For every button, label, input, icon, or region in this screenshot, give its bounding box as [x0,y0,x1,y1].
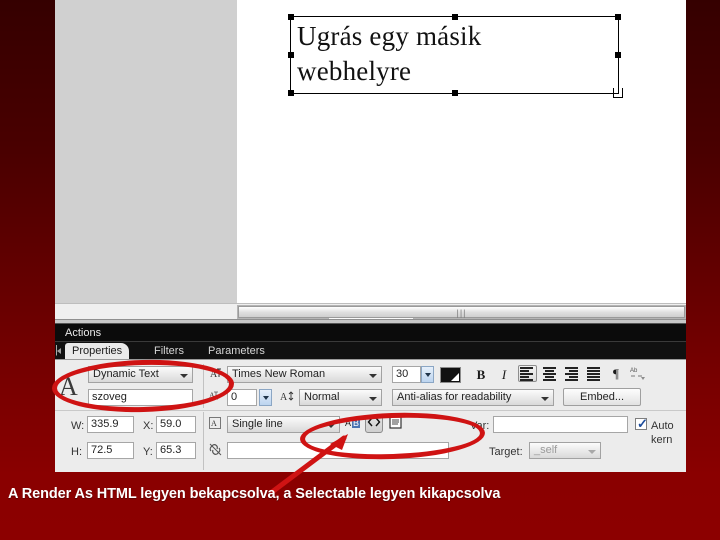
character-spacing-icon[interactable]: Ab [629,365,646,382]
dynamic-text-object[interactable]: Ugrás egy másik webhelyre [288,14,623,98]
height-label: H: [71,446,82,458]
align-center-button[interactable] [543,367,558,381]
auto-kern-label: Auto kern [651,420,674,446]
actions-panel-title: Actions [65,327,102,339]
svg-text:A: A [280,392,288,403]
chevron-down-icon [451,373,459,381]
auto-kern-checkbox[interactable]: ✓ [635,416,648,431]
chevron-down-icon [369,397,377,401]
target-value: _self [534,444,558,456]
selection-handle-bottom-center[interactable] [451,90,458,96]
font-size-input[interactable]: 30 [392,366,421,383]
text-object-content: Ugrás egy másik webhelyre [297,21,482,86]
align-right-button[interactable] [565,367,580,381]
horizontal-scrollbar-track[interactable]: ||| [237,305,686,319]
slide-stage: Ugrás egy másik webhelyre ||| Actions Pr… [0,0,720,540]
anti-alias-value: Anti-alias for readability [397,391,512,403]
panel-tabbar: Properties Filters | Parameters [55,342,686,359]
target-label: Target: [489,446,523,458]
selection-handle-top-center[interactable] [451,14,458,20]
x-label: X: [143,420,154,432]
divider-3 [203,412,204,470]
horizontal-scrollbar-row: ||| [55,303,686,319]
pasteboard-area [55,0,237,303]
scrollbar-grip-icon: ||| [456,308,467,318]
anti-alias-dropdown[interactable]: Anti-alias for readability [392,389,554,406]
letter-spacing-stepper[interactable] [259,389,272,406]
character-position-dropdown[interactable]: Normal [299,389,382,406]
chevron-down-icon [263,396,269,400]
target-dropdown[interactable]: _self [529,442,601,459]
embed-button[interactable]: Embed... [563,388,641,406]
text-color-swatch[interactable] [440,367,461,383]
actions-panel-header[interactable]: Actions [55,324,686,342]
dynamic-text-corner-marker [613,88,623,98]
font-family-value: Times New Roman [232,368,326,380]
font-size-stepper[interactable] [421,366,434,383]
selection-handle-middle-right[interactable] [615,52,621,58]
selection-handle-top-left[interactable] [288,14,294,20]
svg-text:A: A [211,419,217,428]
horizontal-scrollbar-thumb[interactable]: ||| [238,306,685,318]
chevron-down-icon [588,450,596,454]
selection-handle-top-right[interactable] [615,14,621,20]
character-position-icon: A [279,389,296,406]
slide-caption: A Render As HTML legyen bekapcsolva, a S… [8,486,501,502]
chevron-down-icon [425,373,431,377]
chevron-down-icon [369,374,377,378]
var-input[interactable] [493,416,628,433]
align-left-icon [520,367,535,381]
paragraph-format-button[interactable]: ¶ [607,364,625,382]
tabbar-scroll-left-icon[interactable] [57,348,61,354]
tab-parameters[interactable]: Parameters [201,343,272,359]
tab-filters[interactable]: Filters [147,343,191,359]
link-icon [207,442,224,459]
y-input[interactable]: 65.3 [156,442,196,459]
font-family-dropdown[interactable]: Times New Roman [227,366,382,383]
italic-button[interactable]: I [495,365,513,383]
x-input[interactable]: 59.0 [156,416,196,433]
y-label: Y: [143,446,153,458]
bold-button[interactable]: B [472,365,490,383]
letter-spacing-input[interactable]: 0 [227,389,257,406]
width-input[interactable]: 335.9 [87,416,134,433]
chevron-down-icon [541,397,549,401]
line-type-icon: A [207,416,224,433]
character-position-value: Normal [304,391,340,403]
svg-text:Ab: Ab [630,368,638,374]
tab-properties[interactable]: Properties [65,343,130,359]
check-icon: ✓ [637,416,648,431]
selection-handle-middle-left[interactable] [288,52,294,58]
selection-handle-bottom-left[interactable] [288,90,294,96]
document-canvas[interactable]: Ugrás egy másik webhelyre [55,0,686,303]
annotation-arrow [270,434,348,495]
width-label: W: [71,420,85,432]
height-input[interactable]: 72.5 [87,442,134,459]
align-justify-button[interactable] [587,367,602,381]
